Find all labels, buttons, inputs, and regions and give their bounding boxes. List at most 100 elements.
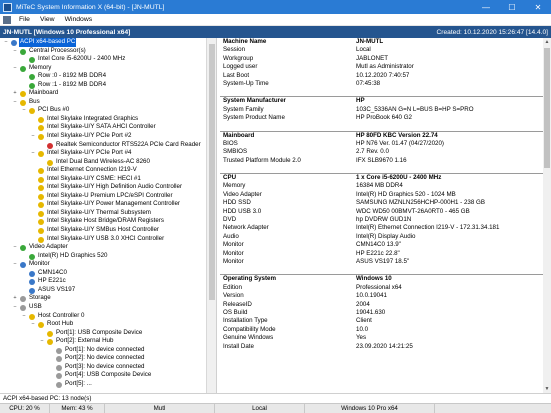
tree-node[interactable]: Intel Ethernet Connection I219-V [0,166,206,175]
tree-node[interactable]: Row :1 - 8192 MB DDR4 [0,81,206,90]
tree-node[interactable]: − Central Processor(s) [0,47,206,56]
collapse-icon[interactable]: − [20,106,28,115]
tree-node-label[interactable]: Storage [28,294,52,303]
tree-node-label[interactable]: Port[2]: No device connected [64,354,145,363]
close-button[interactable]: ✕ [525,0,551,14]
tree-node-label[interactable]: PCI Bus #0 [37,106,70,115]
tree-node[interactable]: Intel(R) HD Graphics 520 [0,252,206,261]
tree-node-label[interactable]: Intel(R) HD Graphics 520 [37,252,108,261]
tree-node[interactable]: Intel Skylake Host Bridge/DRAM Registers [0,217,206,226]
tree-node-label[interactable]: Intel Skylake-U/Y SMBus Host Controller [46,226,160,235]
tree-node-label[interactable]: Video Adapter [28,243,69,252]
tree-node-label[interactable]: Intel Skylake-U/Y SATA AHCI Controller [46,123,157,132]
tree-node[interactable]: Port[1]: USB Composite Device [0,329,206,338]
collapse-icon[interactable]: − [29,149,37,158]
collapse-icon[interactable]: − [11,303,19,312]
collapse-icon[interactable]: − [11,260,19,269]
tree-node-label[interactable]: Root Hub [46,320,74,329]
tree-node-label[interactable]: Memory [28,64,52,73]
tree-node-label[interactable]: Intel Skylake Host Bridge/DRAM Registers [46,217,165,226]
tree-node-label[interactable]: Intel Ethernet Connection I219-V [46,166,138,175]
tree-node[interactable]: − Port[2]: External Hub [0,337,206,346]
menu-app-icon[interactable] [3,15,11,24]
collapse-icon[interactable]: − [38,337,46,346]
tree-node[interactable]: Intel Skylake-U/Y SMBus Host Controller [0,226,206,235]
collapse-icon[interactable]: − [11,47,19,56]
tree-node[interactable]: Intel Skylake-U/Y SATA AHCI Controller [0,123,206,132]
collapse-icon[interactable]: − [2,38,10,47]
tree-node[interactable]: Intel Skylake-U Premium LPC/eSPI Control… [0,192,206,201]
menu-windows[interactable]: Windows [60,16,98,23]
expand-icon[interactable]: + [11,89,19,98]
tree-node[interactable]: Port[3]: No device connected [0,363,206,372]
tree-node[interactable]: Port[1]: No device connected [0,346,206,355]
details-scrollbar-thumb[interactable] [544,48,550,168]
tree-node-label[interactable]: ACPI x64-based PC [19,38,77,47]
tree-node[interactable]: − Bus [0,98,206,107]
tree-node-label[interactable]: Realtek Semiconductor RTS522A PCIe Card … [55,141,202,150]
tree-node-label[interactable]: Port[5]: ... [64,380,93,389]
tree-node-label[interactable]: Row :0 - 8192 MB DDR4 [37,72,107,81]
tree-node-label[interactable]: Intel Skylake-U/Y PCIe Port #4 [46,149,133,158]
tree-node-label[interactable]: Intel Skylake-U/Y Power Management Contr… [46,200,181,209]
tree-node[interactable]: − Intel Skylake-U/Y PCIe Port #4 [0,149,206,158]
tree-node[interactable]: Intel Skylake-U/Y Power Management Contr… [0,200,206,209]
collapse-icon[interactable]: − [11,64,19,73]
tree-node-label[interactable]: Intel Skylake-U/Y High Definition Audio … [46,183,183,192]
tree-node[interactable]: + Storage [0,294,206,303]
collapse-icon[interactable]: − [29,132,37,141]
scroll-down-icon[interactable]: ▼ [544,386,550,392]
tree-node-label[interactable]: Intel Dual Band Wireless-AC 8260 [55,158,151,167]
collapse-icon[interactable]: − [29,320,37,329]
minimize-button[interactable]: — [473,0,499,14]
tree-node-label[interactable]: Mainboard [28,89,59,98]
tree-node[interactable]: Intel Skylake Integrated Graphics [0,115,206,124]
tree-node[interactable]: − Root Hub [0,320,206,329]
tree-node[interactable]: Intel Dual Band Wireless-AC 8260 [0,158,206,167]
tree-node[interactable]: Intel Skylake-U/Y Thermal Subsystem [0,209,206,218]
tree-node[interactable]: HP E221c [0,277,206,286]
tree-node[interactable]: − Intel Skylake-U/Y PCIe Port #2 [0,132,206,141]
collapse-icon[interactable]: − [11,243,19,252]
tree-node-label[interactable]: Row :1 - 8192 MB DDR4 [37,81,107,90]
tree-node-label[interactable]: CMN14C0 [37,269,68,278]
tree-node-label[interactable]: Port[1]: No device connected [64,346,145,355]
tree-node[interactable]: + Mainboard [0,89,206,98]
tree-node-label[interactable]: Intel Skylake Integrated Graphics [46,115,139,124]
menu-view[interactable]: View [35,16,60,23]
tree-node-label[interactable]: Central Processor(s) [28,47,87,56]
tree-node-label[interactable]: Intel Skylake-U Premium LPC/eSPI Control… [46,192,174,201]
tree-node-label[interactable]: Intel Skylake-U/Y PCIe Port #2 [46,132,133,141]
app-icon[interactable] [3,2,12,12]
tree-node-label[interactable]: USB [28,303,43,312]
tree-node[interactable]: CMN14C0 [0,269,206,278]
collapse-icon[interactable]: − [20,312,28,321]
tree-node-label[interactable]: Port[3]: No device connected [64,363,145,372]
tree-node[interactable]: − Monitor [0,260,206,269]
scroll-up-icon[interactable]: ▲ [544,39,550,45]
tree-node[interactable]: Intel Skylake-U/Y High Definition Audio … [0,183,206,192]
tree-node[interactable]: − Memory [0,64,206,73]
tree-node[interactable]: Port[2]: No device connected [0,354,206,363]
tree-node-label[interactable]: Port[4]: USB Composite Device [64,371,152,380]
device-tree[interactable]: − ACPI x64-based PC − Central Processor(s) I… [0,38,206,393]
tree-node[interactable]: Realtek Semiconductor RTS522A PCIe Card … [0,141,206,150]
tree-node-label[interactable]: Port[1]: USB Composite Device [55,329,143,338]
details-scrollbar[interactable]: ▲ ▼ [543,38,551,393]
tree-node[interactable]: − Host Controller 0 [0,312,206,321]
tree-node[interactable]: Port[4]: USB Composite Device [0,371,206,380]
tree-scrollbar-thumb[interactable] [209,44,215,300]
expand-icon[interactable]: + [11,294,19,303]
tree-node[interactable]: − PCI Bus #0 [0,106,206,115]
tree-node-label[interactable]: Port[2]: External Hub [55,337,114,346]
tree-node[interactable]: Intel Skylake-U/Y CSME: HECI #1 [0,175,206,184]
tree-node-label[interactable]: Intel Core i5-6200U - 2400 MHz [37,55,126,64]
tree-node[interactable]: Port[5]: ... [0,380,206,389]
tree-node[interactable]: Row :0 - 8192 MB DDR4 [0,72,206,81]
tree-node-label[interactable]: Intel Skylake-U/Y Thermal Subsystem [46,209,152,218]
tree-node[interactable]: Intel Core i5-6200U - 2400 MHz [0,55,206,64]
tree-node-label[interactable]: Monitor [28,260,51,269]
collapse-icon[interactable]: − [11,98,19,107]
menu-file[interactable]: File [14,16,35,23]
tree-node-label[interactable]: HP E221c [37,277,67,286]
